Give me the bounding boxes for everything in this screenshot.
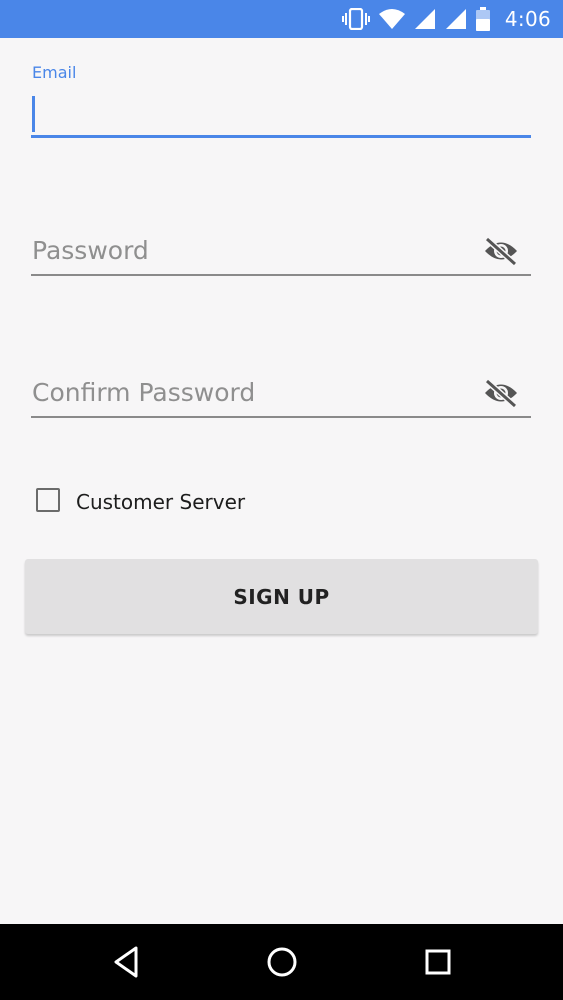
signal-icon: [445, 8, 467, 30]
sign-up-button[interactable]: SIGN UP: [25, 559, 538, 634]
confirm-password-field[interactable]: Confirm Password: [31, 366, 531, 418]
status-icons: 4:06: [341, 0, 551, 38]
vibrate-icon: [341, 8, 370, 30]
home-icon[interactable]: [262, 942, 302, 982]
confirm-password-placeholder: Confirm Password: [32, 378, 256, 407]
back-icon[interactable]: [106, 942, 146, 982]
status-time: 4:06: [504, 7, 551, 31]
text-cursor: [32, 96, 35, 132]
password-field[interactable]: Password: [31, 224, 531, 276]
email-label: Email: [32, 63, 77, 82]
signal-icon: [414, 8, 436, 30]
visibility-off-icon[interactable]: [483, 236, 519, 267]
visibility-off-icon[interactable]: [483, 378, 519, 409]
navigation-bar: [0, 924, 563, 1000]
wifi-icon: [378, 8, 405, 30]
recents-icon[interactable]: [418, 942, 458, 982]
email-input[interactable]: [31, 86, 531, 138]
battery-icon: [475, 7, 490, 31]
customer-server-checkbox[interactable]: [36, 488, 60, 512]
status-bar: 4:06: [0, 0, 563, 38]
password-placeholder: Password: [32, 236, 149, 265]
customer-server-label[interactable]: Customer Server: [76, 490, 245, 514]
